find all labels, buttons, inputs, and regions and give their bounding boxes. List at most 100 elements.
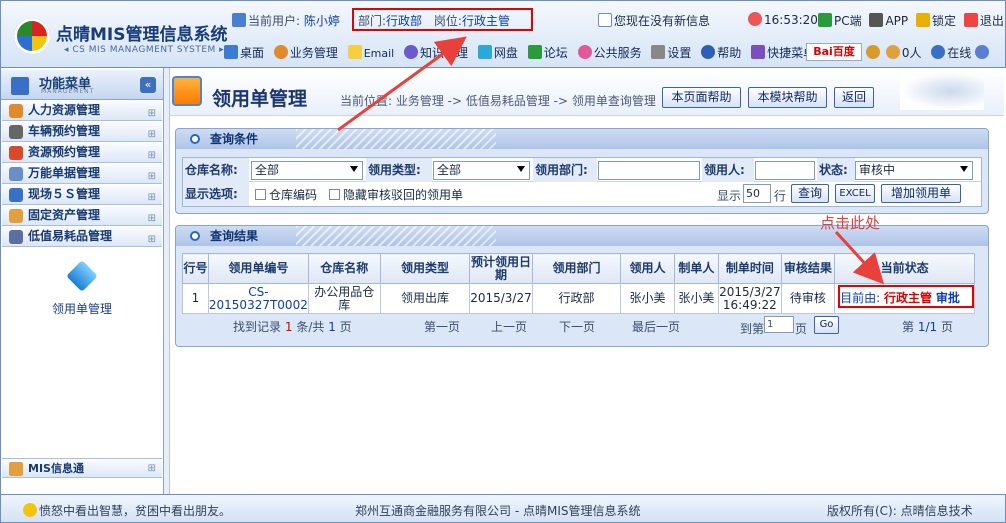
checkbox[interactable] xyxy=(255,189,266,200)
clock: 16:53:20 xyxy=(748,12,818,27)
settings-icon xyxy=(651,45,666,59)
col-status[interactable]: 当前状态 xyxy=(834,253,975,284)
car-icon xyxy=(9,125,23,139)
menu-help[interactable]: 帮助 xyxy=(701,45,741,60)
module-help-button[interactable]: 本模块帮助 xyxy=(748,87,827,108)
col-person[interactable]: 领用人 xyxy=(620,253,675,284)
sidebar-item-consumables[interactable]: 低值易耗品管理 ⊞ xyxy=(2,227,162,247)
col-dept[interactable]: 领用部门 xyxy=(531,253,622,284)
logout-link[interactable]: 退出 xyxy=(980,14,1004,28)
sidebar-header: 功能菜单 MANAGEMENT « xyxy=(1,70,163,100)
menu-public[interactable]: 公共服务 xyxy=(577,45,642,60)
rows-per-page-input[interactable]: 50 xyxy=(743,184,771,203)
go-button[interactable]: Go xyxy=(814,316,839,334)
lock-link[interactable]: 锁定 xyxy=(932,14,956,28)
handshake-image xyxy=(900,72,984,110)
menu-settings[interactable]: 设置 xyxy=(651,45,691,60)
goto-unit: 页 xyxy=(795,322,808,336)
menu-netdisk[interactable]: 网盘 xyxy=(477,45,518,60)
search-icon[interactable] xyxy=(866,45,880,59)
col-type[interactable]: 领用类型 xyxy=(379,253,471,284)
sidebar-subitem-requisition[interactable]: 领用单管理 xyxy=(52,300,112,317)
warehouse-select[interactable]: 全部 xyxy=(251,161,363,180)
sidebar-item-mis[interactable]: MIS信息通 ⊞ xyxy=(2,458,162,478)
panel-bullet-icon xyxy=(190,231,200,241)
consumables-icon xyxy=(9,230,23,244)
qrcode-icon xyxy=(869,13,884,27)
option-hide-rejected[interactable]: 隐藏审核驳回的领用单 xyxy=(329,186,463,203)
collapse-sidebar-button[interactable]: « xyxy=(140,77,156,93)
mis-icon xyxy=(9,462,23,476)
option-warehouse-code[interactable]: 仓库编码 xyxy=(255,186,317,203)
menu-desktop[interactable]: 桌面 xyxy=(224,45,264,60)
online-link[interactable]: 在线 xyxy=(947,46,971,60)
chevron-down-icon[interactable] xyxy=(975,45,990,59)
dept-input[interactable] xyxy=(598,161,700,180)
type-label: 领用类型: xyxy=(366,158,432,182)
status-select[interactable]: 审核中 xyxy=(855,161,973,180)
warehouse-label: 仓库名称: xyxy=(183,158,249,182)
sidebar-item-5s[interactable]: 现场５Ｓ管理 ⊞ xyxy=(2,185,162,205)
col-maker[interactable]: 制单人 xyxy=(673,253,720,284)
checkbox[interactable] xyxy=(329,189,340,200)
next-page-link[interactable]: 下一页 xyxy=(559,318,595,335)
knowledge-icon xyxy=(404,45,419,59)
add-requisition-button[interactable]: 增加领用单 xyxy=(881,184,961,203)
clock-icon xyxy=(748,12,762,26)
sidebar-item-assets[interactable]: 固定资产管理 ⊞ xyxy=(2,206,162,226)
goto-label: 到第 xyxy=(740,322,765,336)
last-page-link[interactable]: 最后一页 xyxy=(632,318,680,335)
message-notice[interactable]: 您现在没有新信息 xyxy=(598,12,710,29)
col-date[interactable]: 预计领用日期 xyxy=(469,253,533,284)
col-no[interactable]: 行号 xyxy=(182,253,209,284)
user-card-icon xyxy=(232,13,246,27)
help-icon xyxy=(701,45,716,59)
breadcrumb: 当前位置: 业务管理 -> 低值易耗品管理 -> 领用单查询管理 xyxy=(340,94,656,108)
sidebar-item-docs[interactable]: 万能单据管理 ⊞ xyxy=(2,164,162,184)
first-page-link[interactable]: 第一页 xyxy=(424,318,460,335)
excel-button[interactable]: EXCEL xyxy=(835,184,875,203)
back-button[interactable]: 返回 xyxy=(834,87,874,108)
page-help-button[interactable]: 本页面帮助 xyxy=(662,87,741,108)
forum-icon xyxy=(527,45,542,59)
status-label: 状态: xyxy=(817,158,855,182)
menu-email[interactable]: Email xyxy=(347,45,394,60)
menu-business[interactable]: 业务管理 xyxy=(273,45,338,60)
sidebar-item-hr[interactable]: 人力资源管理 ⊞ xyxy=(2,101,162,121)
col-code[interactable]: 领用单编号 xyxy=(207,253,309,284)
netdisk-icon xyxy=(477,45,492,59)
email-icon xyxy=(347,45,362,59)
panel-bullet-icon xyxy=(190,134,200,144)
chevron-down-icon xyxy=(960,166,968,172)
footer-tip: 愤怒中看出智慧，贫困中看出朋友。 xyxy=(23,502,231,519)
online-info: 0人 在线 xyxy=(866,44,991,61)
hr-icon xyxy=(9,104,23,118)
shortcut-icon xyxy=(751,45,766,59)
menu-knowledge[interactable]: 知识管理 xyxy=(404,45,468,60)
sidebar-item-vehicle[interactable]: 车辆预约管理 ⊞ xyxy=(2,122,162,142)
col-warehouse[interactable]: 仓库名称 xyxy=(307,253,381,284)
resource-icon xyxy=(9,146,23,160)
type-select[interactable]: 全部 xyxy=(433,161,530,180)
app-logo xyxy=(14,18,50,54)
person-input[interactable] xyxy=(755,161,815,180)
prev-page-link[interactable]: 上一页 xyxy=(491,318,527,335)
pc-link[interactable]: PC端 xyxy=(834,14,862,28)
mail-icon xyxy=(598,13,612,27)
app-link[interactable]: APP xyxy=(885,14,908,28)
dept-label: 领用部门: xyxy=(533,158,597,182)
requisition-code-link[interactable]: CS-20150327T0002 xyxy=(207,283,309,314)
query-button[interactable]: 查询 xyxy=(791,184,829,203)
pagination: 找到记录 1 条/共 1 页 第一页 上一页 下一页 最后一页 到第 1 页 G… xyxy=(176,316,976,338)
goto-page-input[interactable]: 1 xyxy=(764,316,794,333)
baidu-search-logo[interactable]: Bai百度 xyxy=(806,43,862,61)
users-icon xyxy=(885,45,900,59)
sidebar-item-resource[interactable]: 资源预约管理 ⊞ xyxy=(2,143,162,163)
col-time[interactable]: 制单时间 xyxy=(718,253,782,284)
page-indicator: 第 1/1 页 xyxy=(902,320,953,334)
current-user-name[interactable]: 陈小婷 xyxy=(304,14,340,28)
options-label: 显示选项: xyxy=(183,182,249,206)
menu-forum[interactable]: 论坛 xyxy=(527,45,568,60)
col-result[interactable]: 审核结果 xyxy=(780,253,836,284)
app-name: 点晴MIS管理信息系统 xyxy=(56,25,228,45)
